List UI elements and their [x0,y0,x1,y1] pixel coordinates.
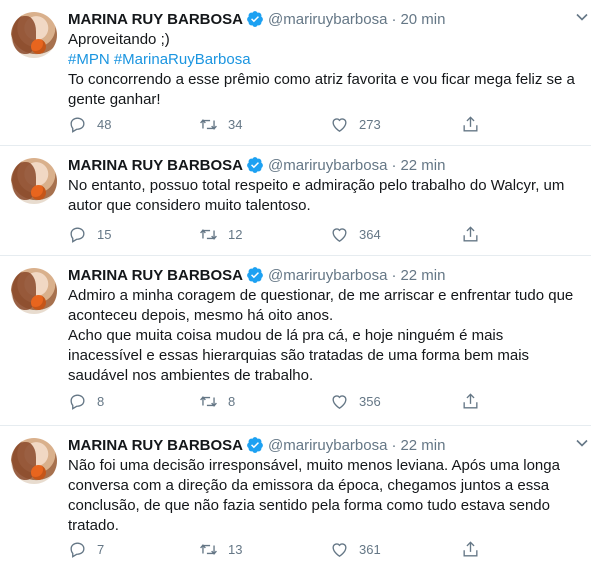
retweet-button[interactable]: 8 [199,392,330,411]
reply-button[interactable]: 7 [68,540,199,559]
tweet-header: MARINA RUY BARBOSA @mariruybarbosa · 22 … [68,264,579,286]
reply-icon [70,542,85,558]
tweet-header: MARINA RUY BARBOSA @mariruybarbosa · 22 … [68,434,579,456]
hashtag-link[interactable]: #MPN #MarinaRuyBarbosa [68,50,579,70]
tweet[interactable]: MARINA RUY BARBOSA @mariruybarbosa · 22 … [0,146,591,256]
share-icon [463,541,478,557]
author-name[interactable]: MARINA RUY BARBOSA [68,157,243,174]
share-button[interactable] [461,392,491,411]
share-button[interactable] [461,540,491,559]
author-name[interactable]: MARINA RUY BARBOSA [68,437,243,454]
retweet-icon [200,544,217,555]
like-icon [332,228,347,243]
reply-button[interactable]: 48 [68,115,199,134]
share-icon [463,226,478,242]
like-count: 273 [359,117,381,132]
retweet-button[interactable]: 13 [199,540,330,559]
like-icon [332,395,347,410]
timestamp[interactable]: 22 min [400,267,445,284]
like-button[interactable]: 356 [330,392,461,411]
author-handle[interactable]: @mariruybarbosa [268,157,387,174]
like-button[interactable]: 273 [330,115,461,134]
retweet-icon [200,119,217,130]
timestamp[interactable]: 22 min [400,437,445,454]
like-icon [332,118,347,133]
author-name[interactable]: MARINA RUY BARBOSA [68,267,243,284]
reply-button[interactable]: 8 [68,392,199,411]
tweet-line: No entanto, possuo total respeito e admi… [68,177,565,214]
share-icon [463,116,478,132]
tweet-header: MARINA RUY BARBOSA @mariruybarbosa · 20 … [68,8,579,30]
author-handle[interactable]: @mariruybarbosa [268,11,387,28]
tweet-line: Não foi uma decisão irresponsável, muito… [68,457,560,534]
tweet-actions: 8 8 356 [68,392,491,411]
tweet-actions: 48 34 273 [68,115,491,134]
timestamp[interactable]: 20 min [400,11,445,28]
avatar[interactable] [11,268,57,314]
retweet-count: 13 [228,542,243,557]
retweet-count: 12 [228,227,243,242]
avatar[interactable] [11,12,57,58]
tweet[interactable]: MARINA RUY BARBOSA @mariruybarbosa · 20 … [0,0,591,146]
tweet-text: Não foi uma decisão irresponsável, muito… [68,456,579,536]
retweet-count: 34 [228,117,243,132]
author-name[interactable]: MARINA RUY BARBOSA [68,11,243,28]
share-button[interactable] [461,225,491,244]
like-button[interactable]: 364 [330,225,461,244]
reply-icon [70,227,85,243]
verified-badge-icon [247,11,263,27]
reply-icon [70,394,85,410]
reply-count: 8 [97,394,105,409]
verified-badge-icon [247,157,263,173]
like-button[interactable]: 361 [330,540,461,559]
tweet-text: No entanto, possuo total respeito e admi… [68,176,579,216]
like-count: 364 [359,227,381,242]
separator-dot: · [391,156,397,174]
tweet-actions: 15 12 364 [68,225,491,244]
tweet-line: Aproveitando ;) [68,31,170,48]
tweet-text: Aproveitando ;) #MPN #MarinaRuyBarbosa T… [68,30,579,110]
like-count: 361 [359,542,381,557]
separator-dot: · [391,10,397,28]
tweet[interactable]: MARINA RUY BARBOSA @mariruybarbosa · 22 … [0,426,591,566]
tweet-header: MARINA RUY BARBOSA @mariruybarbosa · 22 … [68,154,579,176]
reply-button[interactable]: 15 [68,225,199,244]
timestamp[interactable]: 22 min [400,157,445,174]
author-handle[interactable]: @mariruybarbosa [268,267,387,284]
tweet-actions: 7 13 361 [68,540,491,559]
tweet-line: Admiro a minha coragem de questionar, de… [68,287,574,324]
tweet[interactable]: MARINA RUY BARBOSA @mariruybarbosa · 22 … [0,256,591,426]
retweet-button[interactable]: 34 [199,115,330,134]
avatar[interactable] [11,158,57,204]
retweet-icon [200,396,217,407]
retweet-count: 8 [228,394,236,409]
reply-count: 7 [97,542,105,557]
like-icon [332,543,347,558]
tweet-line: To concorrendo a esse prêmio como atriz … [68,71,575,108]
reply-count: 48 [97,117,112,132]
retweet-button[interactable]: 12 [199,225,330,244]
separator-dot: · [391,266,397,284]
separator-dot: · [391,436,397,454]
tweet-text: Admiro a minha coragem de questionar, de… [68,286,579,386]
share-button[interactable] [461,115,491,134]
retweet-icon [200,229,217,240]
avatar[interactable] [11,438,57,484]
like-count: 356 [359,394,381,409]
reply-count: 15 [97,227,112,242]
tweet-line: Acho que muita coisa mudou de lá pra cá,… [68,327,530,384]
share-icon [463,393,478,409]
verified-badge-icon [247,267,263,283]
reply-icon [70,117,85,133]
verified-badge-icon [247,437,263,453]
author-handle[interactable]: @mariruybarbosa [268,437,387,454]
